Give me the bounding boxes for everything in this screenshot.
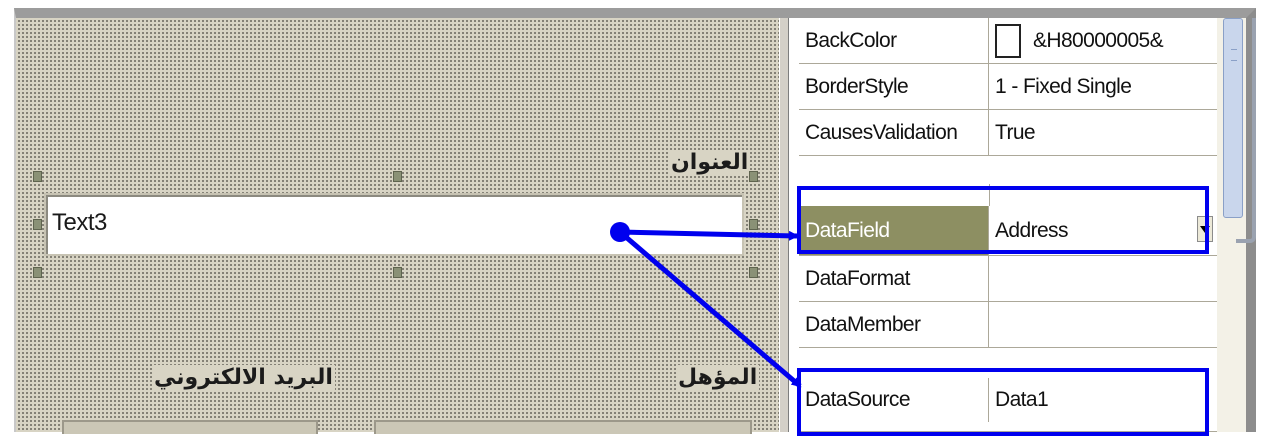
arrow-to-datafield [619,229,799,241]
annotation-arrows [610,222,802,388]
arrow-to-datasource [618,230,802,388]
